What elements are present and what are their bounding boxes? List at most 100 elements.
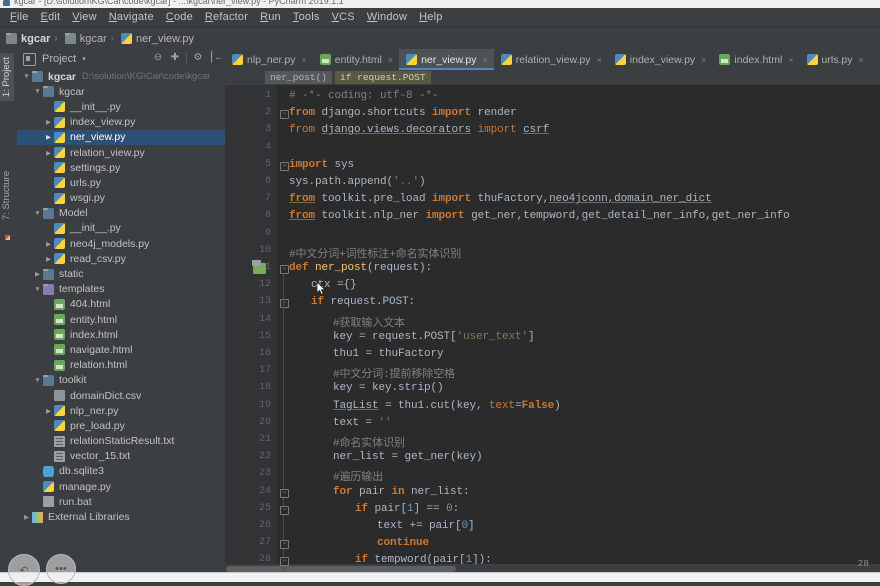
chevron-right-icon[interactable]: ▶ <box>43 255 54 263</box>
breadcrumb-item-1[interactable]: kgcar › <box>64 33 118 45</box>
tree-item-404-html[interactable]: ▶ 404.html <box>17 297 225 312</box>
close-icon[interactable]: × <box>597 55 602 65</box>
tree-item-kgcar[interactable]: ▼ kgcar D:\solution\KG\Car\code\kgcar <box>17 69 225 84</box>
menu-item-navigate[interactable]: Navigate <box>103 9 160 25</box>
editor-tab-urls-py[interactable]: urls.py × <box>800 49 870 70</box>
editor-tab-entity-html[interactable]: entity.html × <box>313 49 399 70</box>
fold-toggle-imports[interactable]: − <box>280 110 289 120</box>
context-crumb-0[interactable]: ner_post() <box>265 71 333 84</box>
code-token: csrf <box>523 124 550 137</box>
context-crumb-1[interactable]: if request.POST <box>335 71 431 84</box>
tree-item---init---py[interactable]: ▶ __init__.py <box>17 99 225 114</box>
menu-item-help[interactable]: Help <box>413 9 448 25</box>
menu-item-refactor[interactable]: Refactor <box>199 9 254 25</box>
code-token: (request): <box>367 262 433 274</box>
tree-item-relation-html[interactable]: ▶ relation.html <box>17 358 225 373</box>
editor-tab-label: urls.py <box>821 53 853 66</box>
tree-item-relationstaticresult-txt[interactable]: ▶ relationStaticResult.txt <box>17 434 225 449</box>
tree-item-model[interactable]: ▼ Model <box>17 206 225 221</box>
close-icon[interactable]: × <box>858 55 863 65</box>
back-nav-button[interactable]: ↶ <box>8 554 40 586</box>
fold-toggle-if-pair[interactable]: − <box>280 505 289 515</box>
fold-toggle-if-post[interactable]: − <box>280 299 289 309</box>
close-icon[interactable]: × <box>301 55 306 65</box>
recents-button[interactable]: ••• <box>46 554 76 584</box>
chevron-right-icon[interactable]: ▶ <box>43 118 54 126</box>
tool-window-button-project[interactable]: 1: Project <box>0 53 14 102</box>
editor-tab-nlp-ner-py[interactable]: nlp_ner.py × <box>225 49 313 70</box>
tree-item-navigate-html[interactable]: ▶ navigate.html <box>17 342 225 357</box>
run-gutter-icon[interactable] <box>252 260 266 274</box>
tree-item-manage-py[interactable]: ▶ manage.py <box>17 479 225 494</box>
tree-item-run-bat[interactable]: ▶ run.bat <box>17 494 225 509</box>
expand-all-icon[interactable]: ✚ <box>169 52 181 64</box>
chevron-down-icon[interactable]: ▼ <box>32 210 43 217</box>
menu-item-code[interactable]: Code <box>160 9 199 25</box>
tree-item-templates[interactable]: ▼ templates <box>17 282 225 297</box>
menu-item-edit[interactable]: Edit <box>35 9 67 25</box>
project-tree[interactable]: ▼ kgcar D:\solution\KG\Car\code\kgcar ▼ kgca… <box>17 69 225 582</box>
close-icon[interactable]: × <box>701 55 706 65</box>
chevron-right-icon[interactable]: ▶ <box>43 407 54 415</box>
tree-item-neo4j-models-py[interactable]: ▶ neo4j_models.py <box>17 236 225 251</box>
chevron-down-icon[interactable]: ▾ <box>82 55 86 63</box>
code-token: from <box>289 210 316 223</box>
editor-tab-ner-view-py[interactable]: ner_view.py × <box>399 49 494 70</box>
code-text[interactable]: # -*- coding: utf-8 -*- from django.short… <box>289 85 880 573</box>
breadcrumb-item-0[interactable]: kgcar › <box>6 33 62 45</box>
tree-item-vector-15-txt[interactable]: ▶ vector_15.txt <box>17 449 225 464</box>
close-icon[interactable]: × <box>788 55 793 65</box>
menu-item-view[interactable]: View <box>66 9 102 25</box>
tree-item-entity-html[interactable]: ▶ entity.html <box>17 312 225 327</box>
tree-item-settings-py[interactable]: ▶ settings.py <box>17 160 225 175</box>
tree-item-read-csv-py[interactable]: ▶ read_csv.py <box>17 251 225 266</box>
fold-toggle-sys-block[interactable]: − <box>280 161 289 171</box>
chevron-right-icon[interactable]: ▶ <box>32 270 43 278</box>
code-viewport[interactable]: 1234567891011121314151617181920212223242… <box>225 85 880 573</box>
tree-item-wsgi-py[interactable]: ▶ wsgi.py <box>17 191 225 206</box>
chevron-right-icon[interactable]: ▶ <box>43 240 54 248</box>
close-icon[interactable]: × <box>388 55 393 65</box>
folder-icon <box>64 33 76 44</box>
editor-tab-index-view-py[interactable]: index_view.py × <box>608 49 713 70</box>
chevron-right-icon[interactable]: ▶ <box>43 133 54 141</box>
tree-item-urls-py[interactable]: ▶ urls.py <box>17 175 225 190</box>
collapse-all-icon[interactable]: ⊖ <box>152 52 164 64</box>
tool-window-button-structure[interactable]: 7: Structure <box>0 167 14 224</box>
tree-item-ner-view-py[interactable]: ▶ ner_view.py <box>17 129 225 145</box>
tree-item-index-html[interactable]: ▶ index.html <box>17 327 225 342</box>
menu-item-run[interactable]: Run <box>254 9 287 25</box>
chevron-down-icon[interactable]: ▼ <box>21 73 32 80</box>
tree-item-relation-view-py[interactable]: ▶ relation_view.py <box>17 145 225 160</box>
tree-item-db-sqlite3[interactable]: ▶ db.sqlite3 <box>17 464 225 479</box>
tree-item-domaindict-csv[interactable]: ▶ domainDict.csv <box>17 388 225 403</box>
tree-item-toolkit[interactable]: ▼ toolkit <box>17 373 225 388</box>
tree-item-index-view-py[interactable]: ▶ index_view.py <box>17 115 225 130</box>
hide-icon[interactable]: ⎮← <box>209 52 224 64</box>
fold-toggle-def-nerpost[interactable]: − <box>280 265 289 274</box>
fold-toggle-if-tempword[interactable]: − <box>280 557 289 567</box>
html-file-icon <box>54 298 65 310</box>
fold-toggle-for-loop[interactable]: − <box>280 488 289 498</box>
tree-item-static[interactable]: ▶ static <box>17 266 225 281</box>
menu-item-file[interactable]: File <box>4 9 35 25</box>
chevron-down-icon[interactable]: ▼ <box>32 88 43 95</box>
chevron-right-icon[interactable]: ▶ <box>43 149 54 157</box>
menu-item-window[interactable]: Window <box>361 9 413 25</box>
tree-item---init---py[interactable]: ▶ __init__.py <box>17 221 225 236</box>
breadcrumb-item-2[interactable]: ner_view.py <box>120 33 194 45</box>
fold-toggle-continue[interactable]: − <box>280 540 289 550</box>
editor-tab-relation-view-py[interactable]: relation_view.py × <box>494 49 608 70</box>
tree-item-pre-load-py[interactable]: ▶ pre_load.py <box>17 418 225 433</box>
menu-item-vcs[interactable]: VCS <box>326 9 361 25</box>
close-icon[interactable]: × <box>483 55 488 65</box>
tree-item-external-libraries[interactable]: ▶ External Libraries <box>17 509 225 524</box>
settings-icon[interactable]: ⚙ <box>192 52 204 64</box>
chevron-right-icon[interactable]: ▶ <box>21 513 32 521</box>
tree-item-kgcar[interactable]: ▼ kgcar <box>17 84 225 99</box>
tree-item-nlp-ner-py[interactable]: ▶ nlp_ner.py <box>17 403 225 418</box>
editor-tab-index-html[interactable]: index.html × <box>712 49 799 70</box>
chevron-down-icon[interactable]: ▼ <box>32 286 43 293</box>
chevron-down-icon[interactable]: ▼ <box>32 377 43 384</box>
menu-item-tools[interactable]: Tools <box>287 9 326 25</box>
